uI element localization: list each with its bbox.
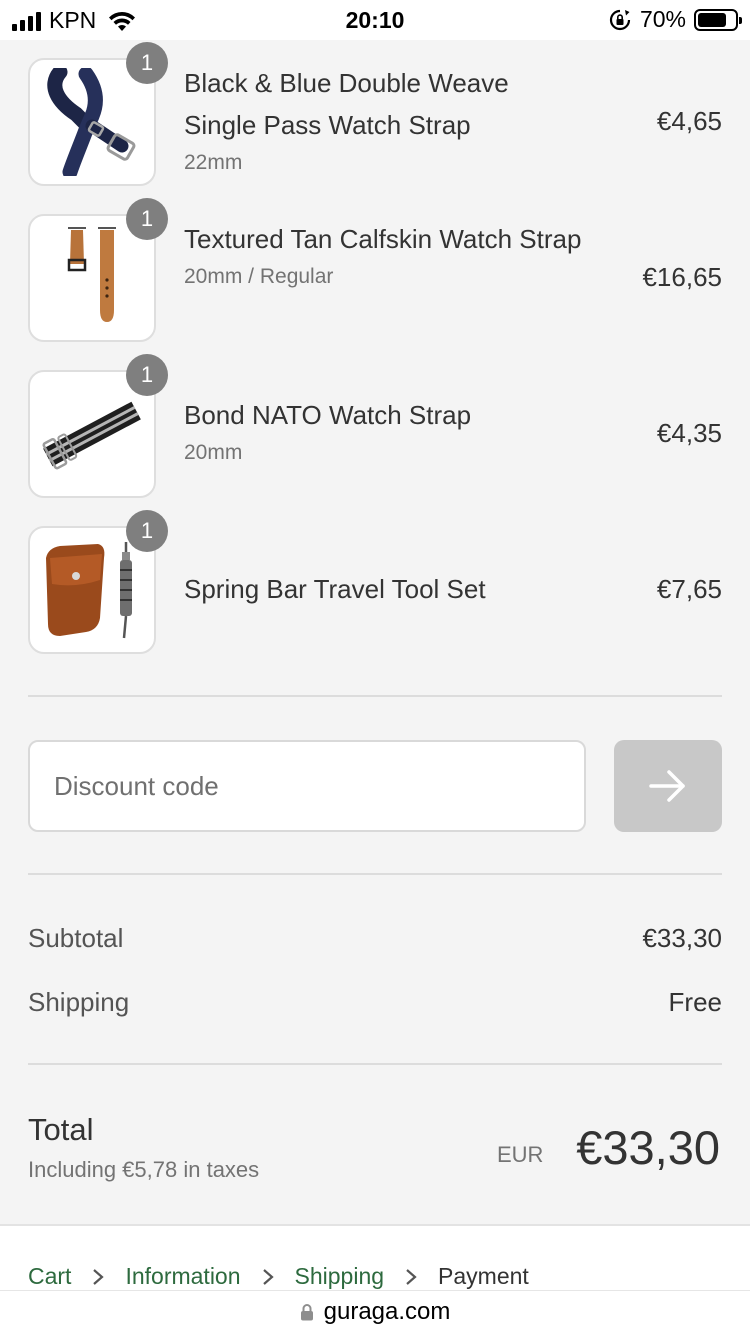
product-price: €16,65	[642, 262, 722, 292]
tool-pouch-image	[46, 542, 132, 639]
product-variant: 22mm	[184, 151, 243, 174]
quantity-badge: 1	[126, 42, 168, 84]
divider	[28, 873, 722, 875]
url-text: guraga.com	[323, 1298, 451, 1325]
chevron-right-icon	[262, 1268, 274, 1285]
product-price: €7,65	[656, 574, 722, 604]
divider	[28, 695, 722, 697]
order-line-item: 1 Bond NATO Watch Strap 20mm €4,35	[28, 354, 722, 498]
arrow-right-icon	[649, 770, 685, 802]
product-variant: 20mm	[184, 441, 243, 464]
shipping-value: Free	[668, 987, 722, 1017]
product-price: €4,35	[656, 418, 722, 448]
leather-strap-tan-image	[67, 227, 116, 322]
product-name: Spring Bar Travel Tool Set	[184, 574, 486, 604]
status-bar: KPN 20:10 70%	[0, 0, 750, 40]
nato-strap-navy-image	[47, 68, 136, 176]
nato-strap-striped-image	[42, 401, 141, 470]
subtotal-value: €33,30	[642, 923, 722, 953]
product-name: Textured Tan Calfskin Watch Strap	[184, 224, 582, 254]
breadcrumb-payment: Payment	[438, 1263, 529, 1289]
total-value: €33,30	[576, 1121, 720, 1174]
battery-icon	[694, 8, 742, 31]
divider	[28, 1063, 722, 1065]
order-line-item: 1 Textured Tan Calfskin Watch Strap 20mm…	[28, 198, 722, 342]
total-label: Total	[28, 1112, 94, 1147]
quantity-badge: 1	[126, 354, 168, 396]
tax-note: Including €5,78 in taxes	[28, 1157, 260, 1182]
product-name: Black & Blue Double Weave Single Pass Wa…	[184, 68, 509, 140]
breadcrumb-information[interactable]: Information	[125, 1263, 240, 1290]
breadcrumb-shipping[interactable]: Shipping	[295, 1263, 385, 1290]
product-variant: 20mm / Regular	[184, 265, 334, 288]
quantity-badge: 1	[126, 510, 168, 552]
orientation-lock-icon	[609, 9, 631, 30]
order-line-item: 1 Spring Bar Travel Tool Set €7,65	[28, 510, 722, 654]
subtotal-label: Subtotal	[28, 923, 124, 953]
product-thumbnail: 1	[28, 510, 168, 654]
product-price: €4,65	[656, 106, 722, 136]
discount-code-input[interactable]	[28, 740, 586, 832]
quantity-badge: 1	[126, 198, 168, 240]
chevron-right-icon	[93, 1268, 105, 1285]
battery-percentage: 70%	[639, 6, 686, 32]
currency-code: EUR	[497, 1142, 544, 1167]
product-thumbnail: 1	[28, 198, 168, 342]
url-display[interactable]: guraga.com	[0, 1298, 750, 1326]
product-thumbnail: 1	[28, 42, 168, 186]
breadcrumb: Cart Information Shipping Payment	[28, 1263, 529, 1290]
product-name: Bond NATO Watch Strap	[184, 400, 472, 430]
chevron-right-icon	[406, 1268, 417, 1285]
breadcrumb-cart[interactable]: Cart	[28, 1263, 71, 1290]
order-line-item: 1 Black & Blue Double Weave Single Pass …	[28, 42, 722, 186]
product-thumbnail: 1	[28, 354, 168, 498]
shipping-label: Shipping	[28, 987, 130, 1017]
apply-discount-button[interactable]	[614, 740, 722, 832]
padlock-icon	[300, 1304, 313, 1321]
